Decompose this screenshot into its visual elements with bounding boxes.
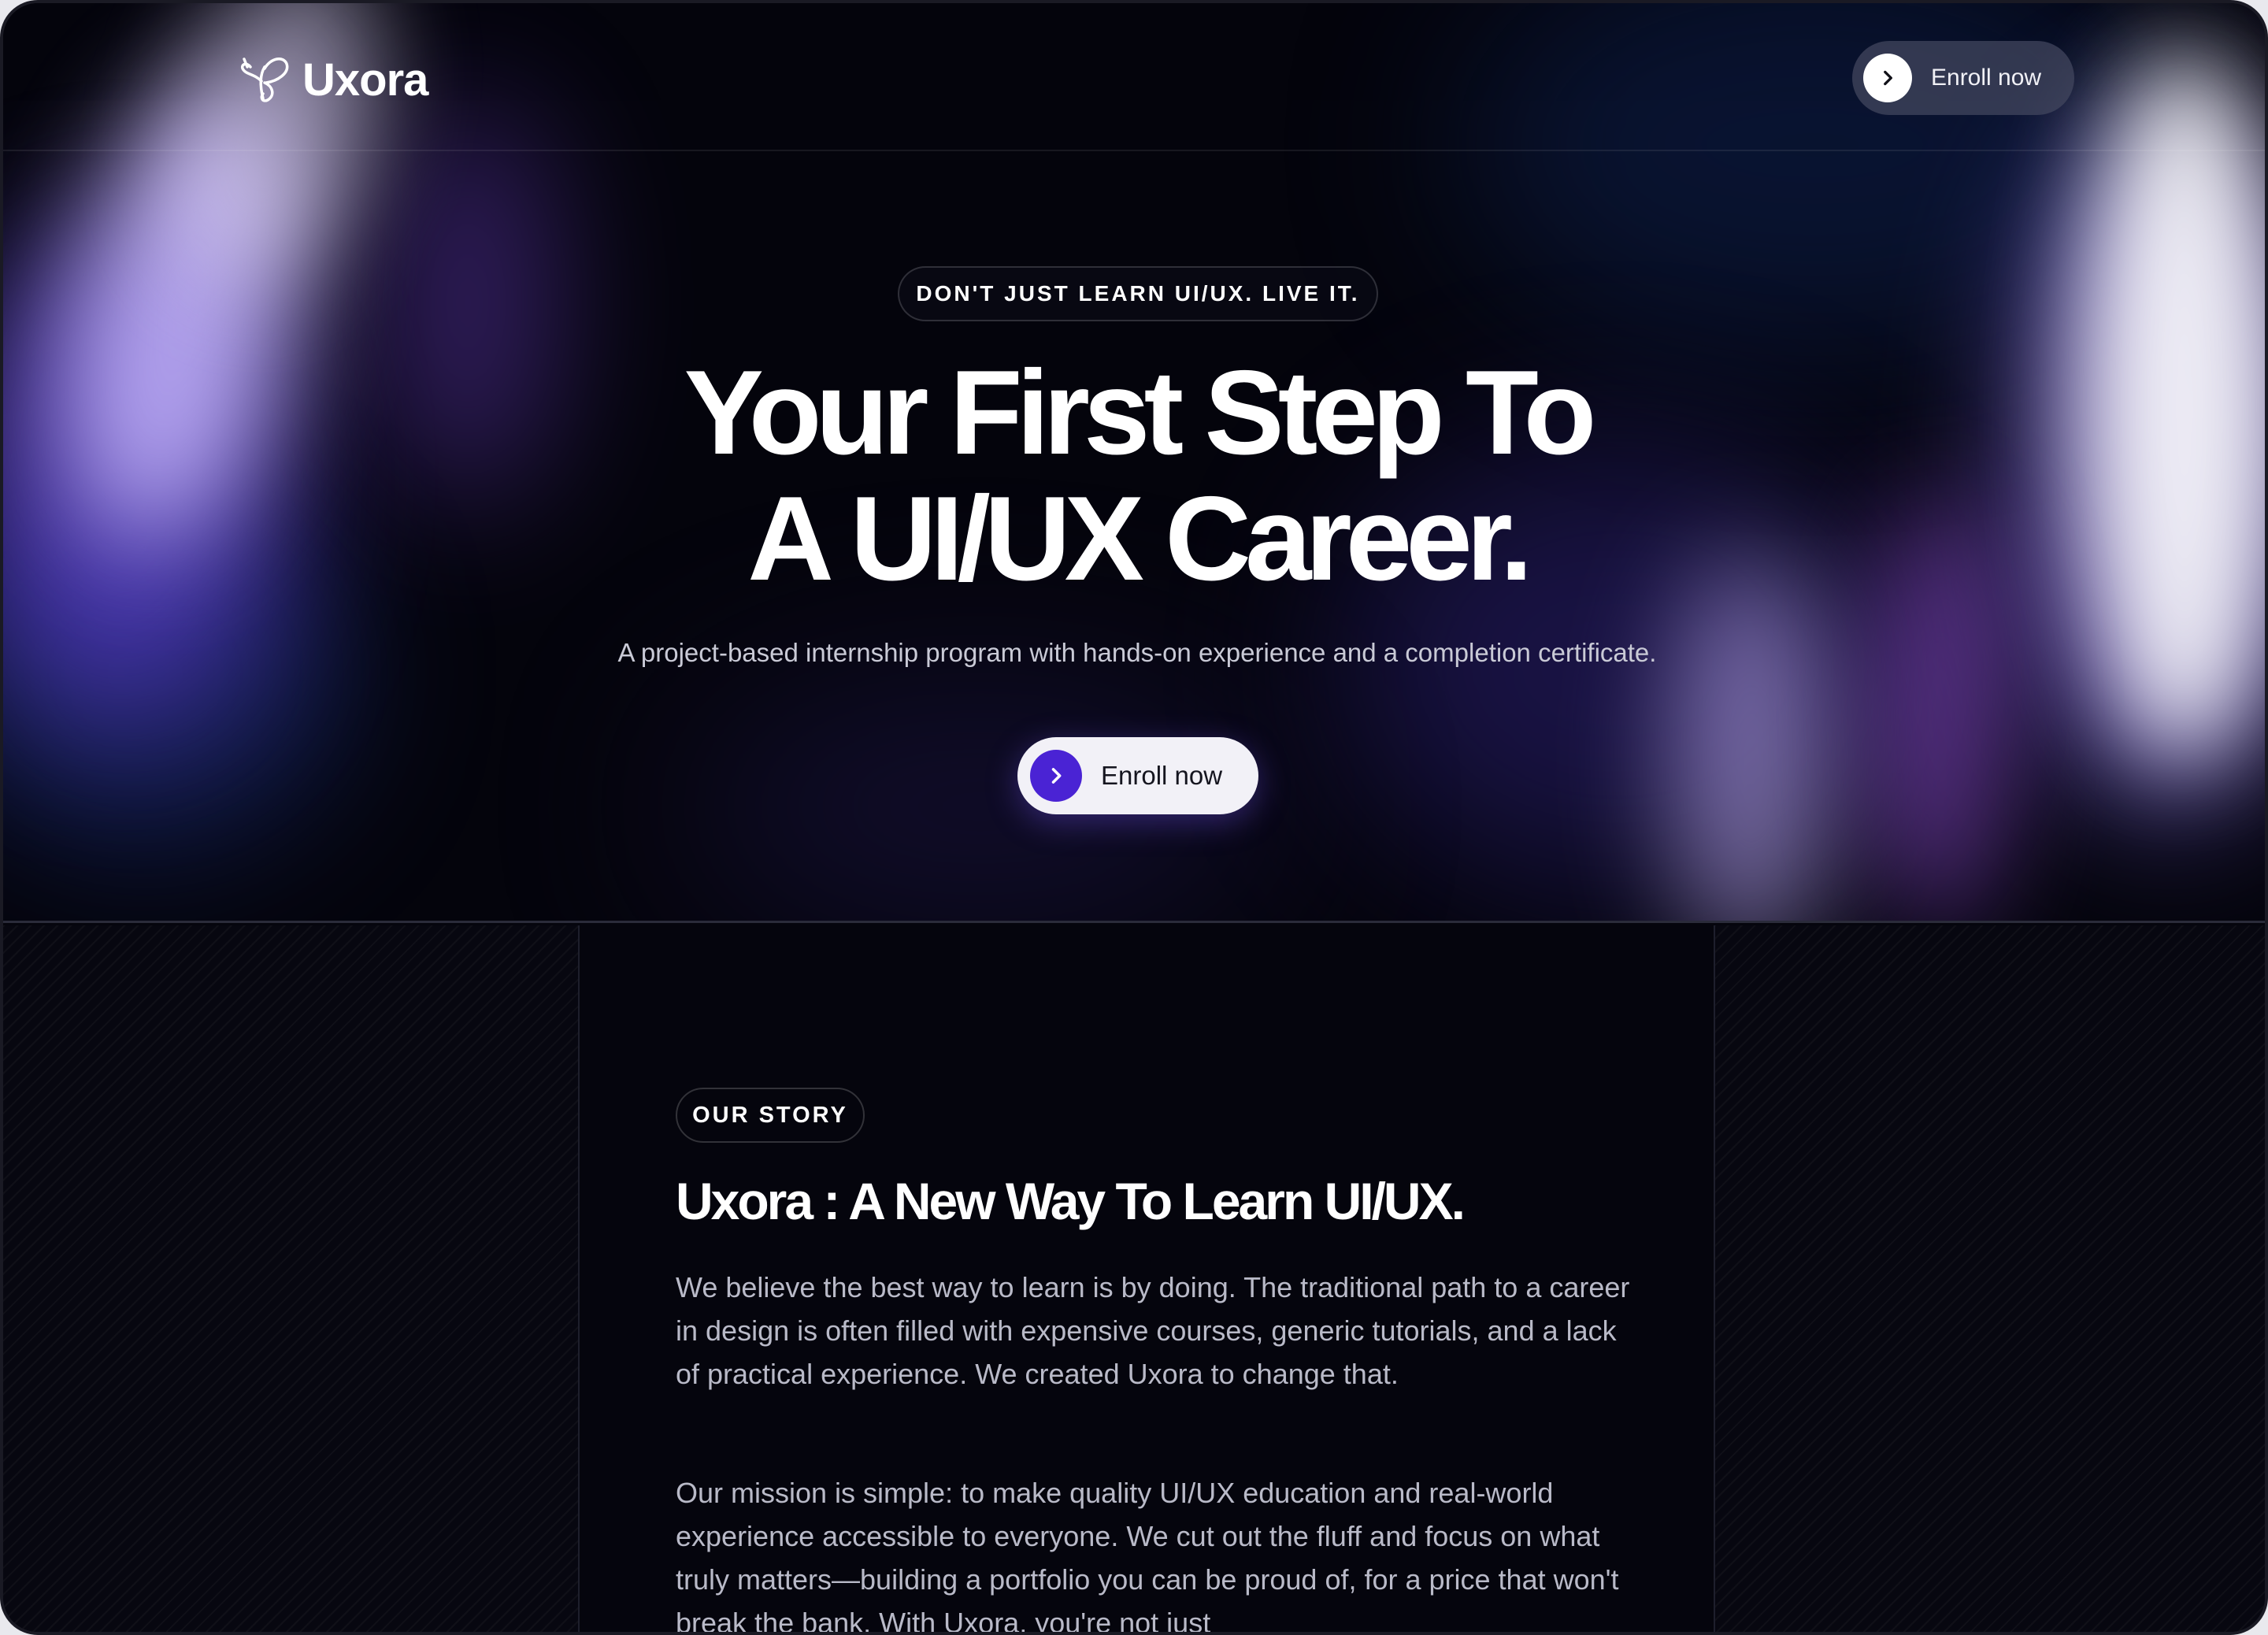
chevron-right-icon — [1863, 54, 1912, 102]
brand-name: Uxora — [302, 54, 428, 106]
story-section: OUR STORY Uxora : A New Way To Learn UI/… — [3, 925, 2265, 1635]
hero-headline: Your First Step To A UI/UX Career. — [507, 350, 1767, 602]
nav-enroll-button[interactable]: Enroll now — [1852, 41, 2074, 115]
chevron-right-icon — [1030, 750, 1082, 802]
hero-enroll-label: Enroll now — [1101, 761, 1223, 790]
hero-section: Uxora Enroll now DON'T JUST LEARN UI/UX.… — [3, 3, 2265, 923]
hero-tagline-badge: DON'T JUST LEARN UI/UX. LIVE IT. — [898, 266, 1378, 321]
hero-headline-line2: A UI/UX Career. — [747, 472, 1532, 606]
nav-enroll-label: Enroll now — [1931, 65, 2042, 91]
brand-logo[interactable]: Uxora — [236, 50, 428, 109]
hero-enroll-button[interactable]: Enroll now — [1017, 737, 1258, 814]
hero-glow — [1877, 491, 2003, 921]
story-badge: OUR STORY — [676, 1088, 865, 1143]
story-paragraph: We believe the best way to learn is by d… — [676, 1271, 1630, 1390]
story-paragraph: Our mission is simple: to make quality U… — [676, 1477, 1619, 1635]
hero-subtitle: A project-based internship program with … — [617, 638, 1657, 667]
story-panel: OUR STORY Uxora : A New Way To Learn UI/… — [578, 925, 1715, 1635]
hero-headline-line1: Your First Step To — [684, 346, 1597, 480]
butterfly-icon — [236, 51, 291, 109]
app-window: Uxora Enroll now DON'T JUST LEARN UI/UX.… — [0, 0, 2268, 1635]
story-title: Uxora : A New Way To Learn UI/UX. — [676, 1172, 1466, 1230]
header-divider — [3, 150, 2265, 151]
